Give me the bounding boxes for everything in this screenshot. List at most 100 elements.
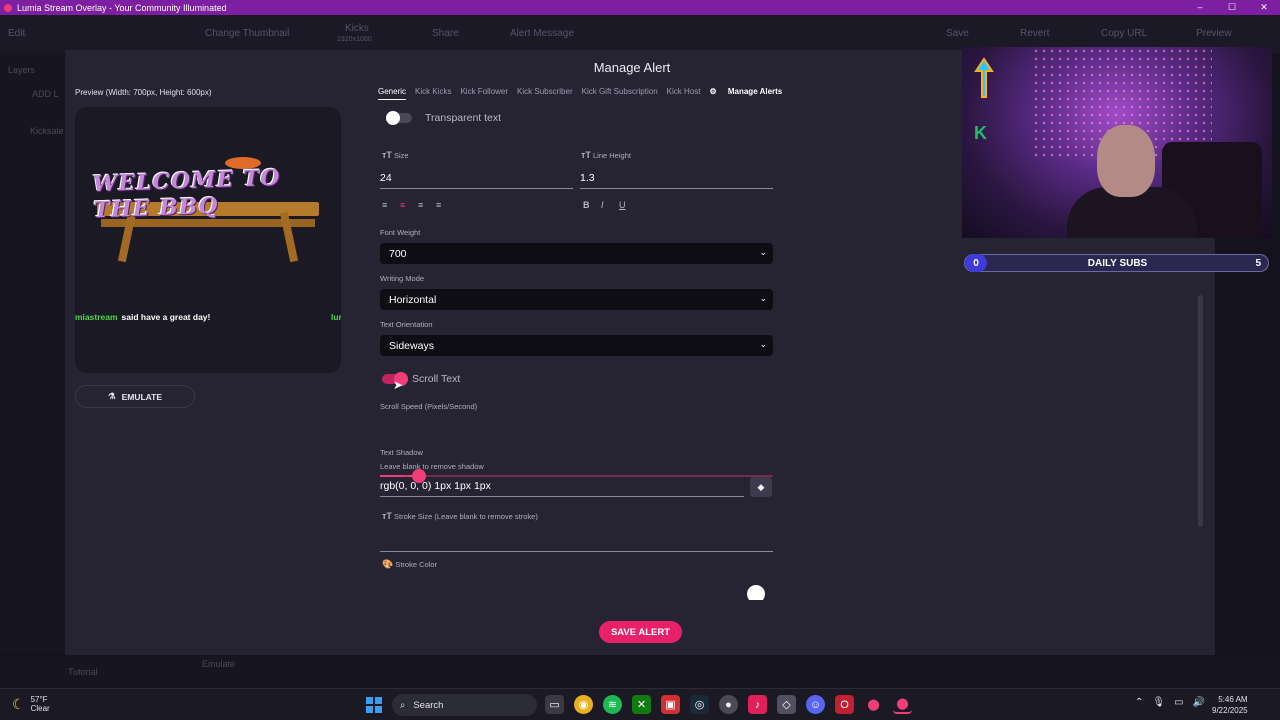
kick-logo-icon: K xyxy=(974,123,987,143)
size-underline xyxy=(380,188,573,189)
steam-icon[interactable]: ◎ xyxy=(690,695,709,714)
daily-subs-goal-bar: 0 DAILY SUBS 5 xyxy=(964,254,1269,272)
window-titlebar: Lumia Stream Overlay - Your Community Il… xyxy=(0,0,1280,15)
bold-icon[interactable]: B xyxy=(583,200,590,210)
app-icon[interactable]: ▣ xyxy=(661,695,680,714)
text-shadow-hint: Leave blank to remove shadow xyxy=(380,462,484,471)
font-weight-select[interactable]: 700 ⌄ xyxy=(380,243,773,264)
underline-icon[interactable]: U xyxy=(619,200,626,210)
tab-kick-kicks[interactable]: Kick Kicks xyxy=(415,87,451,100)
emulate-label: EMULATE xyxy=(121,391,163,402)
stroke-color-label: 🎨 Stroke Color xyxy=(382,559,437,569)
writing-mode-label: Writing Mode xyxy=(380,274,425,283)
windows-start-icon[interactable] xyxy=(366,697,382,713)
italic-icon[interactable]: I xyxy=(601,200,604,210)
scroll-speed-label: Scroll Speed (Pixels/Second) xyxy=(380,402,478,411)
stroke-size-label: тT Stroke Size (Leave blank to remove st… xyxy=(382,511,538,521)
bg-preview: Preview xyxy=(1196,28,1232,39)
bg-copy-url: Copy URL xyxy=(1101,28,1148,39)
align-justify-icon[interactable]: ≡ xyxy=(436,200,441,210)
system-tray: ⌃ 🎙 ▭ 🔊 xyxy=(1135,697,1205,708)
preview-banner-text: WELCOME TO THE BBQ xyxy=(92,164,281,224)
minimize-button[interactable]: – xyxy=(1184,0,1216,15)
weather-condition: Clear xyxy=(30,704,50,713)
window-title: Lumia Stream Overlay - Your Community Il… xyxy=(17,2,227,13)
tab-manage-alerts[interactable]: ⚙ Manage Alerts xyxy=(709,87,791,100)
bg-add-layer: ADD L xyxy=(32,89,59,99)
task-view-icon[interactable]: ▭ xyxy=(545,695,564,714)
lumia-app-icon xyxy=(4,3,12,12)
size-input[interactable]: 24 xyxy=(380,172,392,184)
bg-layer-item: Kicksale xyxy=(30,126,64,136)
font-weight-label: Font Weight xyxy=(380,228,421,237)
webcam-feed: K xyxy=(962,47,1272,238)
tab-kick-follower[interactable]: Kick Follower xyxy=(460,87,508,100)
chat-message: said have a great day! xyxy=(121,312,211,322)
network-icon[interactable]: ▭ xyxy=(1174,697,1183,708)
opera-icon[interactable]: O xyxy=(835,695,854,714)
align-left-icon[interactable]: ≡ xyxy=(382,200,387,210)
maximize-button[interactable]: ☐ xyxy=(1216,0,1248,15)
taskbar-clock[interactable]: 5:46 AM 9/22/2025 xyxy=(1212,694,1248,716)
text-orientation-label: Text Orientation xyxy=(380,320,433,329)
subs-goal-count: 5 xyxy=(1255,257,1261,269)
close-button[interactable]: ✕ xyxy=(1248,0,1280,15)
line-height-label: тT Line Height xyxy=(581,150,631,160)
manage-alerts-label: Manage Alerts xyxy=(727,87,783,96)
save-alert-button[interactable]: SAVE ALERT xyxy=(599,621,682,643)
obs-icon[interactable]: ● xyxy=(719,695,738,714)
preview-chat-line: miastream said have a great day! xyxy=(75,312,210,322)
pinned-apps: ▭ ◉ ≋ ✕ ▣ ◎ ● ♪ ◇ ☺ O ⬤ ⬤ xyxy=(545,695,912,714)
form-scrollbar[interactable] xyxy=(1198,295,1203,527)
chrome-icon[interactable]: ◉ xyxy=(574,695,593,714)
tab-kick-subscriber[interactable]: Kick Subscriber xyxy=(517,87,573,100)
chevron-down-icon: ⌄ xyxy=(759,339,767,349)
tiktok-icon[interactable]: ♪ xyxy=(748,695,767,714)
line-height-input[interactable]: 1.3 xyxy=(580,172,595,184)
lumia-pin-icon[interactable]: ⬤ xyxy=(864,695,883,714)
tab-kick-gift-subscription[interactable]: Kick Gift Subscription xyxy=(582,87,658,100)
moon-icon: ☾ xyxy=(12,695,25,712)
bg-tutorial: Tutorial xyxy=(68,667,98,677)
unity-icon[interactable]: ◇ xyxy=(777,695,796,714)
text-shadow-label: Text Shadow xyxy=(380,448,423,457)
size-label: тT Size xyxy=(382,150,409,160)
transparent-text-toggle[interactable] xyxy=(386,111,412,125)
align-right-icon[interactable]: ≡ xyxy=(418,200,423,210)
gear-icon: ⚙ xyxy=(709,87,719,96)
scroll-speed-track[interactable] xyxy=(380,475,773,477)
chevron-up-icon[interactable]: ⌃ xyxy=(1135,697,1143,708)
chat-username-next: lur xyxy=(331,312,341,322)
emulate-button[interactable]: ⚗ EMULATE xyxy=(75,385,195,408)
volume-icon[interactable]: 🔊 xyxy=(1193,697,1205,708)
scroll-text-label: Scroll Text xyxy=(412,373,461,385)
text-shadow-underline xyxy=(380,496,744,497)
line-height-underline xyxy=(580,188,773,189)
align-center-icon[interactable]: ≡ xyxy=(400,200,405,210)
tab-generic[interactable]: Generic xyxy=(378,87,407,100)
clock-time: 5:46 AM xyxy=(1218,695,1248,704)
writing-mode-select[interactable]: Horizontal ⌄ xyxy=(380,289,773,310)
tab-kick-host[interactable]: Kick Host xyxy=(667,87,701,100)
stroke-color-swatch[interactable] xyxy=(747,585,765,600)
taskbar-search[interactable]: ⌕ Search xyxy=(392,694,537,716)
background-layers-panel: Layers ADD L Kicksale xyxy=(0,53,65,653)
bg-kicks: Kicks xyxy=(345,23,369,34)
lumia-active-icon[interactable]: ⬤ xyxy=(893,695,912,714)
temperature: 57°F xyxy=(30,695,48,704)
text-shadow-input[interactable]: rgb(0, 0, 0) 1px 1px 1px xyxy=(380,480,491,492)
bg-layers-label: Layers xyxy=(8,65,36,75)
text-orientation-select[interactable]: Sideways ⌄ xyxy=(380,335,773,356)
search-label: Search xyxy=(413,699,444,711)
microphone-icon[interactable]: 🎙 xyxy=(1152,697,1165,708)
chat-username: miastream xyxy=(75,312,118,322)
bg-save: Save xyxy=(946,28,969,39)
weather-widget[interactable]: ☾ 57°F Clear xyxy=(12,695,50,713)
transparent-text-label: Transparent text xyxy=(425,112,502,124)
xbox-icon[interactable]: ✕ xyxy=(632,695,651,714)
chevron-down-icon: ⌄ xyxy=(759,247,767,257)
shadow-picker-button[interactable]: ◆ xyxy=(750,477,772,497)
spotify-icon[interactable]: ≋ xyxy=(603,695,622,714)
mouse-cursor-icon: ➤ xyxy=(393,378,404,392)
discord-icon[interactable]: ☺ xyxy=(806,695,825,714)
